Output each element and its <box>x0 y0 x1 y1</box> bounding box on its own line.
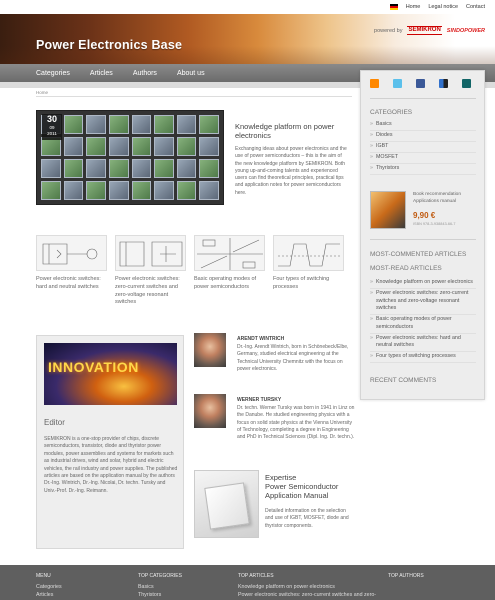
category-item-basics[interactable]: Basics <box>370 120 476 131</box>
xing-icon[interactable] <box>462 79 471 88</box>
semikron-logo[interactable]: SEMIKRON <box>407 26 442 35</box>
footer-top-authors-heading: TOP AUTHORS <box>388 573 424 579</box>
footer-link[interactable]: Categories <box>36 583 62 591</box>
recent-comments-heading: RECENT COMMENTS <box>370 377 437 384</box>
nav-categories[interactable]: Categories <box>36 70 70 77</box>
thumb-card[interactable]: Power electronic switches: zero-current … <box>115 235 186 307</box>
author-bio: Dr. techn. Werner Tursky was born in 194… <box>237 405 355 441</box>
author-name[interactable]: ARENDT WINTRICH <box>237 336 284 342</box>
most-commented-heading: MOST-COMMENTED ARTICLES <box>370 251 467 258</box>
editor-title: Editor <box>44 418 65 427</box>
date-day: 30 <box>46 114 57 124</box>
divider <box>370 239 476 240</box>
manual-cover-image[interactable] <box>194 470 259 538</box>
book-cover-image[interactable] <box>370 191 406 229</box>
thumb-caption[interactable]: Basic operating modes of power semicondu… <box>194 276 265 292</box>
feature-image[interactable] <box>36 110 224 205</box>
header-banner: Power Electronics Base powered by SEMIKR… <box>0 14 495 64</box>
thumb-caption[interactable]: Power electronic switches: zero-current … <box>115 276 186 307</box>
expertise-title[interactable]: Expertise Power Semiconductor Applicatio… <box>265 473 360 500</box>
expertise-text: Detailed information on the selection an… <box>265 508 349 529</box>
date-badge: 30 09 2011 <box>42 114 62 140</box>
powered-by: powered by SEMIKRON SINDOPOWER <box>374 26 485 35</box>
contact-link[interactable]: Contact <box>466 4 485 10</box>
footer-top-categories-heading: TOP CATEGORIES <box>138 573 182 579</box>
most-read-item[interactable]: Power electronic switches: hard and neut… <box>370 334 476 352</box>
innovation-image: INNOVATION <box>44 343 177 405</box>
category-item-mosfet[interactable]: MOSFET <box>370 153 476 164</box>
categories-heading: CATEGORIES <box>370 109 413 116</box>
social-icons <box>370 79 471 88</box>
footer-top-authors: TOP AUTHORS <box>388 573 424 583</box>
article-thumbnails: Power electronic switches: hard and neut… <box>36 235 344 307</box>
footer-menu: MENU Categories Articles <box>36 573 62 599</box>
german-flag-icon[interactable] <box>389 4 398 10</box>
nav-articles[interactable]: Articles <box>90 70 113 77</box>
feature-title[interactable]: Knowledge platform on power electronics <box>235 122 350 140</box>
divider <box>370 98 476 99</box>
feature-text: Exchanging ideas about power electronics… <box>235 146 347 196</box>
site-title[interactable]: Power Electronics Base <box>36 38 182 52</box>
footer-top-articles-heading: TOP ARTICLES <box>238 573 274 579</box>
operating-modes-image[interactable] <box>194 235 265 271</box>
thumb-card[interactable]: Four types of switching processes <box>273 235 344 307</box>
thumb-caption[interactable]: Power electronic switches: hard and neut… <box>36 276 107 292</box>
home-link[interactable]: Home <box>406 4 421 10</box>
breadcrumb[interactable]: Home <box>36 90 48 95</box>
legal-notice-link[interactable]: Legal notice <box>428 4 458 10</box>
most-read-item[interactable]: Basic operating modes of power semicondu… <box>370 315 476 334</box>
most-read-list: Knowledge platform on power electronics … <box>370 278 476 363</box>
footer-link[interactable]: Power electronic switches: zero-current … <box>238 591 376 599</box>
divider <box>36 96 352 97</box>
switching-processes-image[interactable] <box>273 235 344 271</box>
category-item-diodes[interactable]: Diodes <box>370 131 476 142</box>
footer-top-categories: TOP CATEGORIES Basics Thyristors <box>138 573 182 599</box>
thumb-card[interactable]: Power electronic switches: hard and neut… <box>36 235 107 307</box>
nav-about-us[interactable]: About us <box>177 70 205 77</box>
footer-link[interactable]: Thyristors <box>138 591 182 599</box>
top-nav: Home Legal notice Contact <box>389 4 485 10</box>
category-item-igbt[interactable]: IGBT <box>370 142 476 153</box>
author-bio: Dr.-Ing. Arendt Wintrich, born in Schöne… <box>237 344 349 372</box>
thumb-caption[interactable]: Four types of switching processes <box>273 276 344 292</box>
circuit-diagram-image[interactable] <box>36 235 107 271</box>
avatar[interactable] <box>194 333 226 367</box>
author-name[interactable]: WERNER TURSKY <box>237 397 281 403</box>
footer-menu-heading: MENU <box>36 573 51 579</box>
most-read-item[interactable]: Knowledge platform on power electronics <box>370 278 476 289</box>
book-recommendation[interactable]: Book recommendation Applications manual <box>413 192 478 205</box>
book-isbn: ISBN 978-3-938843-66-7 <box>413 222 456 226</box>
innovation-word: INNOVATION <box>48 359 139 375</box>
date-year: 2011 <box>47 131 57 136</box>
editor-text: SEMIKRON is a one-stop provider of chips… <box>44 436 178 494</box>
category-item-thyristors[interactable]: Thyristors <box>370 164 476 175</box>
most-read-heading: MOST-READ ARTICLES <box>370 265 442 272</box>
most-read-item[interactable]: Four types of switching processes <box>370 352 476 363</box>
facebook-icon[interactable] <box>416 79 425 88</box>
most-read-item[interactable]: Power electronic switches: zero-current … <box>370 289 476 315</box>
avatar[interactable] <box>194 394 226 428</box>
delicious-icon[interactable] <box>439 79 448 88</box>
footer-link[interactable]: Knowledge platform on power electronics <box>238 583 376 591</box>
footer: MENU Categories Articles TOP CATEGORIES … <box>0 565 495 600</box>
footer-top-articles: TOP ARTICLES Knowledge platform on power… <box>238 573 376 599</box>
sindopower-logo[interactable]: SINDOPOWER <box>447 28 485 34</box>
categories-list: Basics Diodes IGBT MOSFET Thyristors <box>370 120 476 175</box>
circuit-diagram-image[interactable] <box>115 235 186 271</box>
book-price: 9,90 € <box>413 211 436 220</box>
powered-by-label: powered by <box>374 27 403 34</box>
rss-icon[interactable] <box>370 79 379 88</box>
sidebar: CATEGORIES Basics Diodes IGBT MOSFET Thy… <box>360 70 485 400</box>
twitter-icon[interactable] <box>393 79 402 88</box>
footer-link[interactable]: Basics <box>138 583 182 591</box>
thumb-card[interactable]: Basic operating modes of power semicondu… <box>194 235 265 307</box>
footer-link[interactable]: Articles <box>36 591 62 599</box>
nav-authors[interactable]: Authors <box>133 70 157 77</box>
editor-box: INNOVATION Editor SEMIKRON is a one-stop… <box>36 335 184 549</box>
